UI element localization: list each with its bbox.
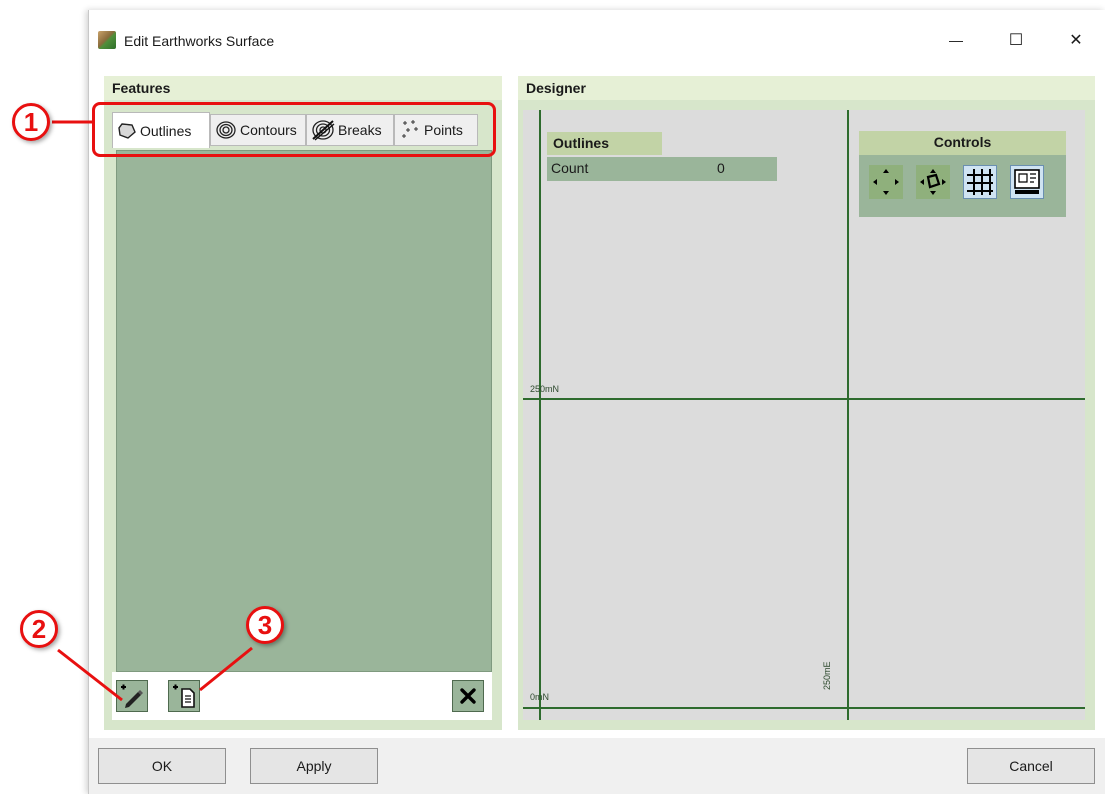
callout-2: 2 bbox=[20, 610, 58, 648]
tab-label: Outlines bbox=[140, 122, 192, 139]
outline-polygon-icon bbox=[118, 122, 136, 139]
tab-outlines[interactable]: Outlines bbox=[112, 112, 210, 148]
callout-3: 3 bbox=[246, 606, 284, 644]
callout-1: 1 bbox=[12, 103, 50, 141]
